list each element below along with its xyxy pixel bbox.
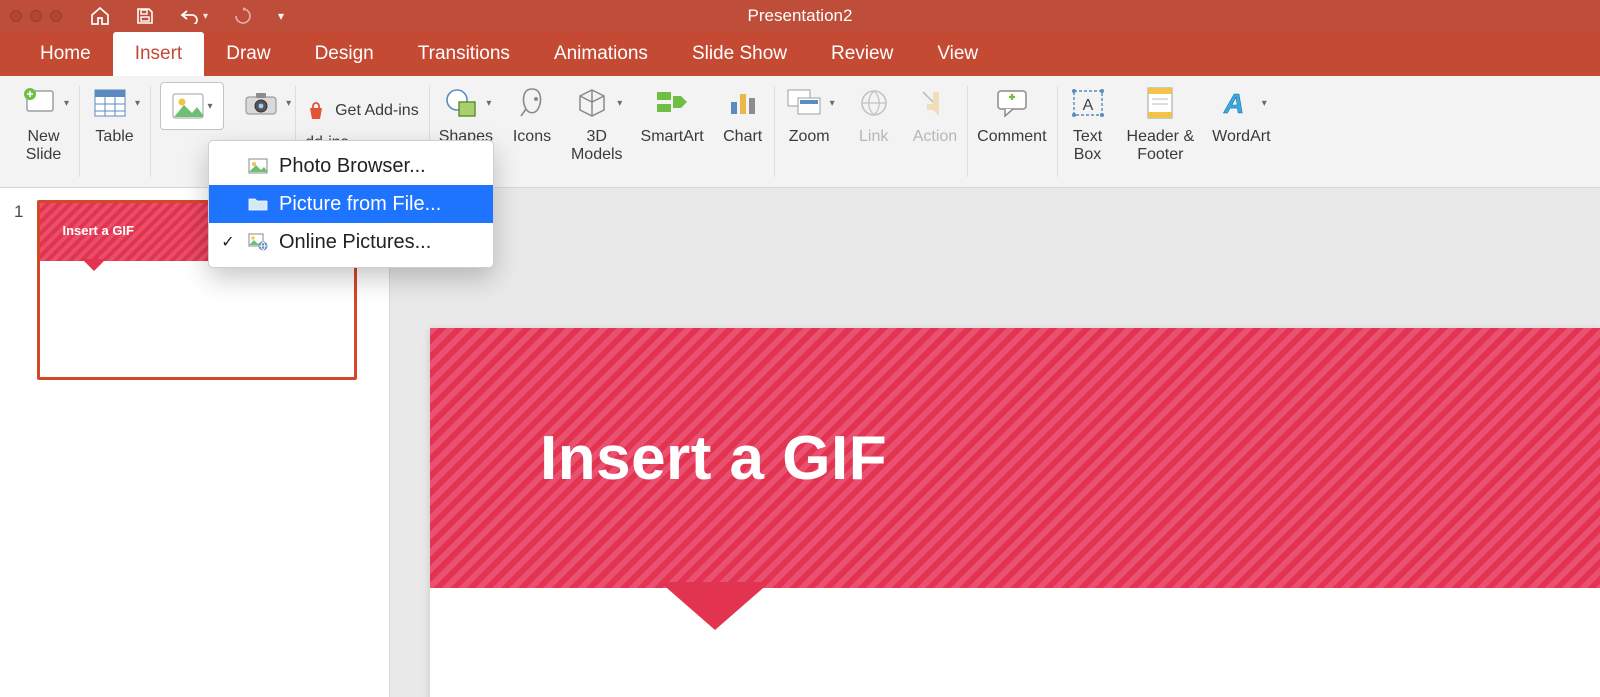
text-box-button[interactable]: A Text Box (1067, 82, 1109, 165)
tab-insert[interactable]: Insert (113, 32, 205, 76)
action-label: Action (913, 128, 957, 146)
slide-number: 1 (14, 202, 23, 222)
chart-button[interactable]: Chart (722, 82, 764, 146)
header-footer-icon (1139, 82, 1181, 124)
tab-slideshow[interactable]: Slide Show (670, 32, 809, 76)
get-addins-button[interactable]: Get Add-ins (305, 100, 419, 122)
3d-models-button[interactable]: ▾ 3D Models (571, 82, 623, 165)
tab-home[interactable]: Home (18, 32, 113, 76)
new-slide-icon (18, 82, 60, 124)
minimize-window-icon[interactable] (30, 10, 42, 22)
comment-label: Comment (977, 128, 1046, 146)
table-icon (89, 82, 131, 124)
link-button[interactable]: Link (853, 82, 895, 146)
screenshot-icon (240, 82, 282, 124)
smartart-label: SmartArt (641, 128, 704, 146)
folder-icon (247, 193, 269, 215)
header-footer-label: Header & Footer (1127, 128, 1195, 165)
comment-button[interactable]: Comment (977, 82, 1046, 146)
ribbon-tabs: Home Insert Draw Design Transitions Anim… (0, 32, 1600, 76)
comment-icon (991, 82, 1033, 124)
tab-draw[interactable]: Draw (204, 32, 292, 76)
icons-icon (511, 82, 553, 124)
menu-online-pictures[interactable]: ✓ Online Pictures... (209, 223, 493, 261)
thumb-slide-title: Insert a GIF (62, 223, 134, 238)
close-window-icon[interactable] (10, 10, 22, 22)
action-icon (914, 82, 956, 124)
menu-item-label: Online Pictures... (279, 231, 431, 254)
zoom-button[interactable]: ▾ Zoom (784, 82, 835, 146)
table-label: Table (95, 128, 133, 146)
save-icon[interactable] (136, 7, 154, 25)
undo-icon[interactable]: ▾ (180, 8, 208, 24)
chart-icon (722, 82, 764, 124)
menu-item-label: Picture from File... (279, 193, 441, 216)
check-icon: ✓ (219, 232, 237, 252)
tab-transitions[interactable]: Transitions (396, 32, 532, 76)
slide-canvas-area[interactable]: Insert a GIF (390, 188, 1600, 697)
svg-text:A: A (1082, 97, 1093, 114)
store-icon (305, 100, 327, 122)
repeat-icon[interactable] (234, 7, 252, 25)
icons-button[interactable]: Icons (511, 82, 553, 146)
photo-browser-icon (247, 155, 269, 177)
3d-models-label: 3D Models (571, 128, 623, 165)
link-icon (853, 82, 895, 124)
menu-item-label: Photo Browser... (279, 155, 426, 178)
tab-view[interactable]: View (915, 32, 1000, 76)
zoom-window-icon[interactable] (50, 10, 62, 22)
shapes-button[interactable]: ▾ Shapes (439, 82, 493, 146)
pictures-button[interactable]: ▾ (160, 82, 224, 130)
table-button[interactable]: ▾ Table (89, 82, 140, 146)
icons-label: Icons (513, 128, 551, 146)
online-pictures-icon (247, 231, 269, 253)
smartart-icon (651, 82, 693, 124)
screenshot-button[interactable]: ▾ (240, 82, 291, 124)
home-icon[interactable] (90, 7, 110, 25)
menu-picture-from-file[interactable]: Picture from File... (209, 185, 493, 223)
new-slide-button[interactable]: ▾ New Slide (18, 82, 69, 165)
wordart-label: WordArt (1212, 128, 1270, 146)
pictures-icon (172, 93, 204, 119)
slide-canvas[interactable]: Insert a GIF (430, 328, 1600, 697)
zoom-label: Zoom (789, 128, 830, 146)
qat-customize-icon[interactable]: ▾ (278, 9, 284, 23)
link-label: Link (859, 128, 888, 146)
slide-title[interactable]: Insert a GIF (540, 423, 887, 494)
get-addins-label: Get Add-ins (335, 102, 419, 120)
menu-photo-browser[interactable]: Photo Browser... (209, 147, 493, 185)
text-box-label: Text Box (1073, 128, 1102, 165)
chart-label: Chart (723, 128, 762, 146)
window-controls[interactable] (0, 10, 62, 22)
window-titlebar: ▾ ▾ Presentation2 (0, 0, 1600, 32)
document-title: Presentation2 (748, 6, 853, 26)
wordart-icon: A (1216, 82, 1258, 124)
tab-animations[interactable]: Animations (532, 32, 670, 76)
new-slide-label: New Slide (26, 128, 62, 165)
wordart-button[interactable]: A ▾ WordArt (1212, 82, 1270, 146)
quick-access-toolbar: ▾ ▾ (90, 7, 284, 25)
text-box-icon: A (1067, 82, 1109, 124)
svg-text:A: A (1223, 88, 1244, 119)
tab-review[interactable]: Review (809, 32, 915, 76)
header-footer-button[interactable]: Header & Footer (1127, 82, 1195, 165)
cube-icon (571, 82, 613, 124)
smartart-button[interactable]: SmartArt (641, 82, 704, 146)
shapes-icon (440, 82, 482, 124)
action-button[interactable]: Action (913, 82, 957, 146)
tab-design[interactable]: Design (293, 32, 396, 76)
pictures-dropdown: Photo Browser... Picture from File... ✓ … (208, 140, 494, 268)
zoom-icon (784, 82, 826, 124)
